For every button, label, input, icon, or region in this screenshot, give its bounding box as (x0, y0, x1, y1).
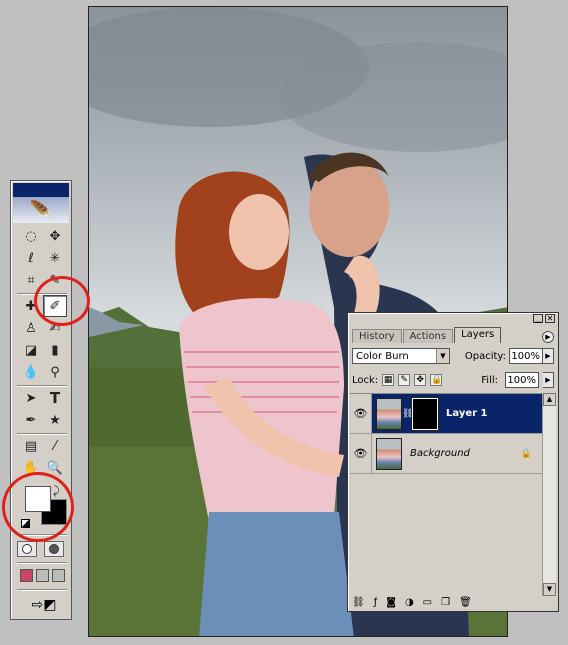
standard-mode-button[interactable] (17, 541, 37, 557)
lock-label: Lock: (352, 374, 379, 386)
marquee-tool-icon[interactable]: ◌ (19, 225, 43, 247)
minimize-icon[interactable]: ▁ (533, 314, 543, 323)
highlight-ring-brush (34, 276, 90, 326)
layer-thumbnail[interactable] (376, 437, 402, 470)
adjustment-icon[interactable]: ◑ (405, 597, 414, 608)
dodge-tool-icon[interactable]: ⚲ (43, 361, 67, 383)
link-icon[interactable]: ⛓ (352, 597, 365, 608)
jump-to-imageready-icon[interactable]: ⇨◩ (27, 595, 61, 615)
layer-style-icon[interactable]: ƒ (374, 597, 378, 608)
stamp-tool-icon[interactable]: ♙ (19, 317, 43, 339)
feather-logo-icon[interactable]: 🪶 (13, 197, 69, 223)
fill-label: Fill: (481, 374, 498, 386)
path-select-tool-icon[interactable]: ➤ (19, 387, 43, 409)
quick-mask-mode-button[interactable] (44, 541, 64, 557)
lock-fill-row: Lock: ▦ ✎ ✥ 🔒 Fill: 100% ▶ (352, 371, 554, 389)
lock-pixels-icon[interactable]: ✎ (398, 374, 411, 386)
fill-slider-arrow-icon[interactable]: ▶ (543, 372, 554, 388)
palette-menu-icon[interactable]: ▶ (542, 331, 554, 343)
layers-list: 👁 ⛓ Layer 1 👁 Background 🔒 (350, 393, 542, 596)
lock-transparency-icon[interactable]: ▦ (382, 374, 395, 386)
eraser-tool-icon[interactable]: ◪ (19, 339, 43, 361)
mask-icon[interactable]: ◙ (386, 597, 396, 608)
palette-tabs: History Actions Layers ▶ (352, 327, 554, 343)
highlight-ring-swatches (2, 472, 74, 542)
palette-window-controls: ▁ ✕ (348, 313, 558, 325)
fill-field[interactable]: 100% (505, 372, 539, 388)
type-tool-icon[interactable]: T (43, 387, 67, 409)
layers-scrollbar[interactable]: ▲ ▼ (542, 393, 556, 596)
standard-screen-mode-icon[interactable] (20, 569, 33, 582)
gradient-tool-icon[interactable]: ▮ (43, 339, 67, 361)
opacity-slider-arrow-icon[interactable]: ▶ (543, 348, 554, 364)
blend-mode-select[interactable]: Color Burn ▼ (352, 348, 450, 364)
layer-name[interactable]: Background (410, 448, 470, 459)
blend-mode-value: Color Burn (356, 350, 409, 362)
scroll-up-icon[interactable]: ▲ (543, 393, 556, 406)
layer-mask-thumbnail[interactable] (411, 396, 439, 431)
folder-icon[interactable]: ▭ (423, 597, 432, 608)
mask-link-icon[interactable]: ⛓ (402, 409, 413, 419)
tab-history[interactable]: History (352, 329, 402, 343)
notes-tool-icon[interactable]: ▤ (19, 435, 43, 457)
layer-row[interactable]: 👁 ⛓ Layer 1 (350, 394, 542, 434)
move-tool-icon[interactable]: ✥ (43, 225, 67, 247)
layer-name[interactable]: Layer 1 (446, 408, 487, 419)
layers-palette: ▁ ✕ History Actions Layers ▶ Color Burn … (347, 312, 559, 612)
shape-tool-icon[interactable]: ★ (43, 409, 67, 431)
blend-opacity-row: Color Burn ▼ Opacity: 100% ▶ (352, 347, 554, 365)
lock-all-icon[interactable]: 🔒 (430, 374, 442, 386)
eyedropper-tool-icon[interactable]: ⁄ (43, 435, 67, 457)
palette-bottom-bar: ⛓ ƒ ◙ ◑ ▭ ❐ 🗑 (352, 595, 554, 609)
visibility-eye-icon[interactable]: 👁 (350, 434, 372, 473)
tab-actions[interactable]: Actions (402, 329, 454, 343)
new-layer-icon[interactable]: ❐ (441, 597, 450, 608)
lasso-tool-icon[interactable]: ℓ (19, 247, 43, 269)
layer-lock-icon: 🔒 (520, 448, 532, 459)
toolbox: 🪶 ◌ ✥ ℓ ✳ ⌗ ✎ ✚ ✐ ♙ ✍ ◪ ▮ 💧 ⚲ ➤ T ✒ ★ ▤ … (10, 180, 72, 620)
full-screen-menu-mode-icon[interactable] (36, 569, 49, 582)
tab-layers[interactable]: Layers (454, 327, 502, 343)
blur-tool-icon[interactable]: 💧 (19, 361, 43, 383)
close-icon[interactable]: ✕ (545, 314, 555, 323)
layer-thumbnail[interactable] (376, 397, 402, 430)
trash-icon[interactable]: 🗑 (459, 597, 472, 608)
lock-position-icon[interactable]: ✥ (414, 374, 427, 386)
pen-tool-icon[interactable]: ✒ (19, 409, 43, 431)
toolbox-titlebar[interactable] (13, 183, 69, 197)
toolbox-divider (17, 589, 67, 591)
magic-wand-tool-icon[interactable]: ✳ (43, 247, 67, 269)
full-screen-mode-icon[interactable] (52, 569, 65, 582)
toolbox-divider (17, 562, 67, 564)
opacity-field[interactable]: 100% (509, 348, 543, 364)
chevron-down-icon[interactable]: ▼ (436, 349, 449, 363)
opacity-label: Opacity: (464, 350, 506, 362)
visibility-eye-icon[interactable]: 👁 (350, 394, 372, 433)
tool-grid-vector: ➤ T ✒ ★ (19, 387, 67, 431)
layer-row[interactable]: 👁 Background 🔒 (350, 434, 542, 474)
